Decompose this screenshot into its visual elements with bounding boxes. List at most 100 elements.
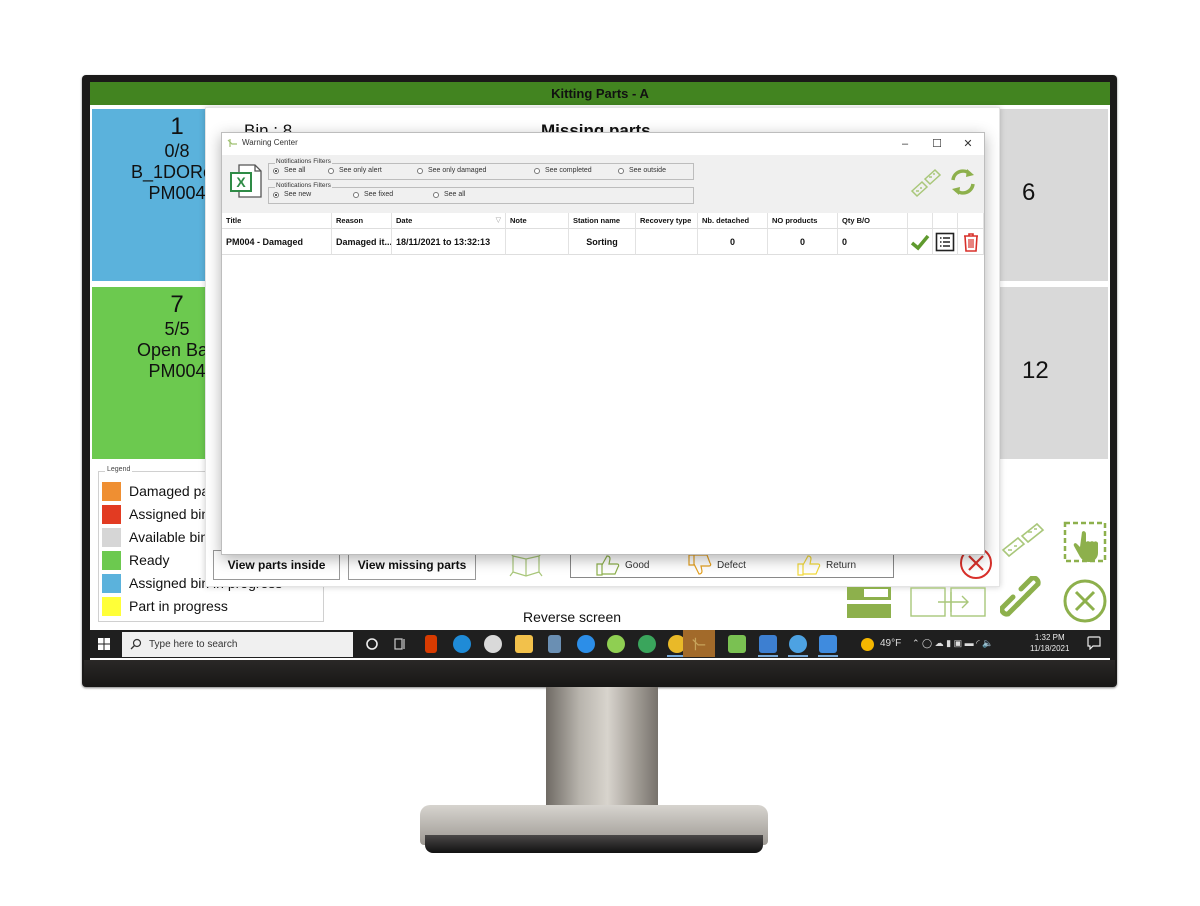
radio-dot: [433, 191, 439, 198]
col-no-products[interactable]: NO products: [768, 213, 838, 229]
windows-start-icon[interactable]: [98, 638, 110, 650]
file-explorer-icon[interactable]: [515, 635, 533, 653]
radio-label: See all: [444, 191, 466, 198]
radio-see-fixed[interactable]: See fixed: [353, 191, 393, 198]
bin-number: 6: [1022, 179, 1036, 206]
notification-filter-group-2: Notifications Filters See new See fixed …: [268, 182, 694, 204]
list-icon: [935, 232, 955, 251]
radio-label: See all: [284, 167, 306, 174]
table-header: Title Reason Date ▽ Note Station name Rec…: [222, 213, 984, 229]
task-view-icon[interactable]: [391, 635, 409, 653]
monitor-chin: [84, 660, 1115, 687]
cell-date: 18/11/2021 to 13:32:13: [392, 229, 506, 255]
safari-icon[interactable]: [577, 635, 595, 653]
broken-link-icon[interactable]: [1000, 520, 1046, 560]
radio-label: See fixed: [364, 191, 394, 198]
delete-button[interactable]: [958, 229, 984, 255]
taskbar-search-input[interactable]: Type here to search: [122, 632, 353, 657]
col-note[interactable]: Note: [506, 213, 569, 229]
col-action-details: [933, 213, 958, 229]
notifications-icon[interactable]: [1087, 636, 1101, 650]
col-date[interactable]: Date ▽: [392, 213, 506, 229]
rate-return-button[interactable]: Return: [796, 553, 856, 577]
rate-defect-label: Defect: [717, 559, 746, 571]
taskbar-clock[interactable]: 1:32 PM 11/18/2021: [1030, 632, 1069, 654]
touch-select-icon[interactable]: [1062, 520, 1108, 566]
cancel-circle-icon[interactable]: [1062, 578, 1108, 624]
filter-group-label: Notifications Filters: [275, 158, 332, 165]
radio-see-new[interactable]: See new: [273, 191, 311, 198]
office-icon[interactable]: [425, 635, 437, 653]
clock-app-icon[interactable]: [728, 635, 746, 653]
maximize-button[interactable]: ☐: [926, 136, 948, 152]
database-icon[interactable]: [607, 635, 625, 653]
svg-text:X: X: [236, 174, 246, 190]
kitting-app-taskbar-button[interactable]: [683, 630, 715, 657]
target-app-icon[interactable]: [638, 635, 656, 653]
layout-toggle-icon[interactable]: [846, 586, 892, 620]
close-button[interactable]: ✕: [957, 136, 979, 152]
radio-see-only-alert[interactable]: See only alert: [328, 167, 382, 174]
link-icon[interactable]: [1000, 576, 1046, 622]
minimize-button[interactable]: –: [894, 136, 916, 152]
bin-tile-12[interactable]: 12: [1000, 287, 1108, 459]
notification-filter-group-1: Notifications Filters See all See only a…: [268, 158, 694, 180]
warnings-table: Title Reason Date ▽ Note Station name Rec…: [222, 213, 984, 255]
filter-toolbar: X Notifications Filters See all See only…: [222, 155, 984, 213]
radio-dot: [273, 191, 279, 198]
warning-center-window: Warning Center – ☐ ✕ X Notifications Fil…: [221, 132, 985, 555]
table-row[interactable]: PM004 - Damaged Damaged it... 18/11/2021…: [222, 229, 984, 255]
clock-date: 11/18/2021: [1030, 644, 1070, 653]
radio-dot: [273, 167, 279, 174]
kitting-app-icon: [692, 637, 706, 651]
col-qty-bo[interactable]: Qty B/O: [838, 213, 908, 229]
outlook-icon[interactable]: [759, 635, 777, 653]
rate-good-button[interactable]: Good: [595, 553, 649, 577]
weather-icon[interactable]: [861, 638, 874, 651]
bin-tile-6[interactable]: 6: [1000, 109, 1108, 281]
tray-icons[interactable]: ⌃ ◯ ☁ ▮ ▣ ▬ ◜ 🔈: [912, 638, 993, 649]
windows-taskbar: Type here to search 49°F ⌃ ◯ ☁ ▮ ▣ ▬ ◜ 🔈…: [90, 630, 1110, 658]
radio-dot: [417, 167, 423, 174]
col-title[interactable]: Title: [222, 213, 332, 229]
trash-icon: [963, 232, 978, 252]
chat-app-icon[interactable]: [819, 635, 837, 653]
rate-defect-button[interactable]: Defect: [687, 553, 746, 577]
refresh-icon[interactable]: [949, 167, 977, 197]
radio-label: See only damaged: [428, 167, 487, 174]
window-titlebar[interactable]: Warning Center – ☐ ✕: [222, 133, 984, 155]
validate-button[interactable]: [908, 229, 933, 255]
radio-label: See new: [284, 191, 312, 198]
col-reason[interactable]: Reason: [332, 213, 392, 229]
calculator-icon[interactable]: [548, 635, 561, 653]
transfer-icon[interactable]: [910, 582, 986, 618]
radio-see-outside[interactable]: See outside: [618, 167, 666, 174]
radio-see-all-status[interactable]: See all: [433, 191, 465, 198]
outlook-running-indicator: [758, 655, 778, 657]
radio-dot: [534, 167, 540, 174]
edge-icon[interactable]: [453, 635, 471, 653]
col-action-delete: [958, 213, 984, 229]
open-box-icon[interactable]: [509, 552, 543, 578]
details-button[interactable]: [933, 229, 958, 255]
chat-running-indicator: [818, 655, 838, 657]
legend-title: Legend: [105, 466, 133, 473]
rate-good-label: Good: [625, 559, 650, 571]
legend-swatch: [102, 573, 121, 593]
excel-export-icon[interactable]: X: [229, 163, 263, 199]
snowflake-app-icon[interactable]: [789, 635, 807, 653]
col-recovery-type[interactable]: Recovery type: [636, 213, 698, 229]
cortana-icon[interactable]: [363, 635, 381, 653]
legend-item-part-in-progress: Part in progress: [102, 596, 228, 616]
reverse-screen-label[interactable]: Reverse screen: [523, 609, 621, 625]
radio-see-all[interactable]: See all: [273, 167, 305, 174]
weather-temperature[interactable]: 49°F: [880, 638, 901, 649]
col-station-name[interactable]: Station name: [569, 213, 636, 229]
radio-see-completed[interactable]: See completed: [534, 167, 592, 174]
broken-link-icon[interactable]: [910, 167, 942, 199]
radio-dot: [353, 191, 359, 198]
radio-see-only-damaged[interactable]: See only damaged: [417, 167, 486, 174]
legend-item-available: Available bin: [102, 527, 208, 547]
snipping-tool-icon[interactable]: [484, 635, 502, 653]
col-nb-detached[interactable]: Nb. detached: [698, 213, 768, 229]
